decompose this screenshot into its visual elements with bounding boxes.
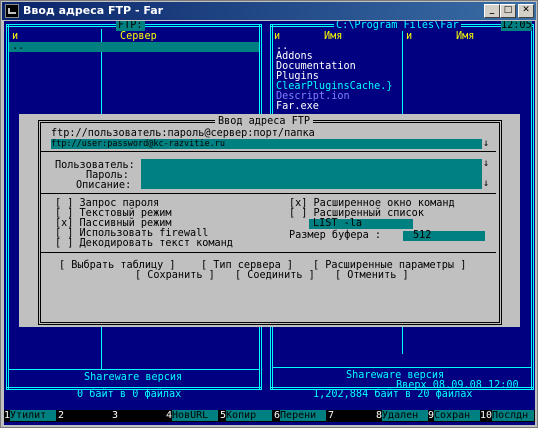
buffer-size-label: Размер буфера : <box>289 230 382 241</box>
close-button[interactable]: ✕ <box>518 4 534 18</box>
fkey-6[interactable]: 6Перени <box>274 410 327 421</box>
dialog-title: Ввод адреса FTP <box>215 116 314 127</box>
user-history-arrow-icon[interactable]: ↓ <box>483 158 489 169</box>
clock: 12:05 <box>501 21 532 31</box>
right-panel-path: C:\Program Files\Far <box>334 21 461 31</box>
title-bar[interactable]: Ввод адреса FTP - Far _ □ ✕ <box>2 2 536 20</box>
password-input[interactable] <box>141 169 482 179</box>
far-window: Ввод адреса FTP - Far _ □ ✕ FTP: и Серве… <box>0 0 538 428</box>
right-col-name1: Имя <box>324 31 343 42</box>
cancel-button[interactable]: [ Отменить ] <box>335 270 409 281</box>
option-decode-commands[interactable]: [ ] Декодировать текст команд <box>55 238 233 249</box>
console-area: FTP: и Сервер .. Shareware версия 0 байт… <box>4 21 535 425</box>
fkey-7[interactable]: 7 <box>328 410 380 421</box>
description-label: Описание: <box>76 180 132 191</box>
fkey-9[interactable]: 9Сохран <box>428 410 481 421</box>
minimize-button[interactable]: _ <box>484 4 500 18</box>
connect-button[interactable]: [ Соединить ] <box>235 270 315 281</box>
address-history-arrow-icon[interactable]: ↓ <box>483 138 489 149</box>
maximize-button[interactable]: □ <box>500 4 516 18</box>
description-history-arrow-icon[interactable]: ↓ <box>483 178 489 189</box>
fkey-3[interactable]: 3 <box>112 410 164 421</box>
save-button[interactable]: [ Сохранить ] <box>135 270 215 281</box>
fkey-2[interactable]: 2 <box>58 410 110 421</box>
fkey-10[interactable]: 10Послдн <box>480 410 535 421</box>
user-input[interactable] <box>141 159 482 169</box>
left-selection-bar[interactable] <box>9 42 259 52</box>
left-up-item[interactable]: .. <box>12 41 24 52</box>
address-value: ftp://user:password@kc-razvitie.ru <box>51 139 225 149</box>
address-label: ftp://пользователь:пароль@сервер:порт/па… <box>51 128 315 139</box>
left-stats: 0 байт в 0 файлах <box>74 389 185 400</box>
right-stats: 1,202,884 байт в 20 файлах <box>310 389 476 400</box>
left-col-server: Сервер <box>120 31 157 42</box>
fkey-1[interactable]: 1Утилит <box>4 410 57 421</box>
function-key-bar: 1Утилит 2 3 4НовURL 5Копир 6Перени 7 8Уд… <box>4 410 535 422</box>
buffer-size-value: 512 <box>413 230 432 241</box>
list-command-value: LIST -la <box>313 218 363 229</box>
fkey-4[interactable]: 4НовURL <box>166 410 219 421</box>
file-item-far-exe[interactable]: Far.exe <box>276 101 319 112</box>
far-app-icon <box>5 4 19 18</box>
right-col-n2: и <box>406 31 413 42</box>
window-title: Ввод адреса FTP - Far <box>23 4 164 17</box>
description-input[interactable] <box>141 179 482 189</box>
fkey-5[interactable]: 5Копир <box>220 410 273 421</box>
left-shareware: Shareware версия <box>84 372 183 383</box>
left-panel-title: FTP: <box>116 21 145 31</box>
ftp-address-dialog: Ввод адреса FTP ftp://пользователь:парол… <box>19 114 520 327</box>
fkey-8[interactable]: 8Удален <box>376 410 429 421</box>
right-col-name2: Имя <box>456 31 475 42</box>
